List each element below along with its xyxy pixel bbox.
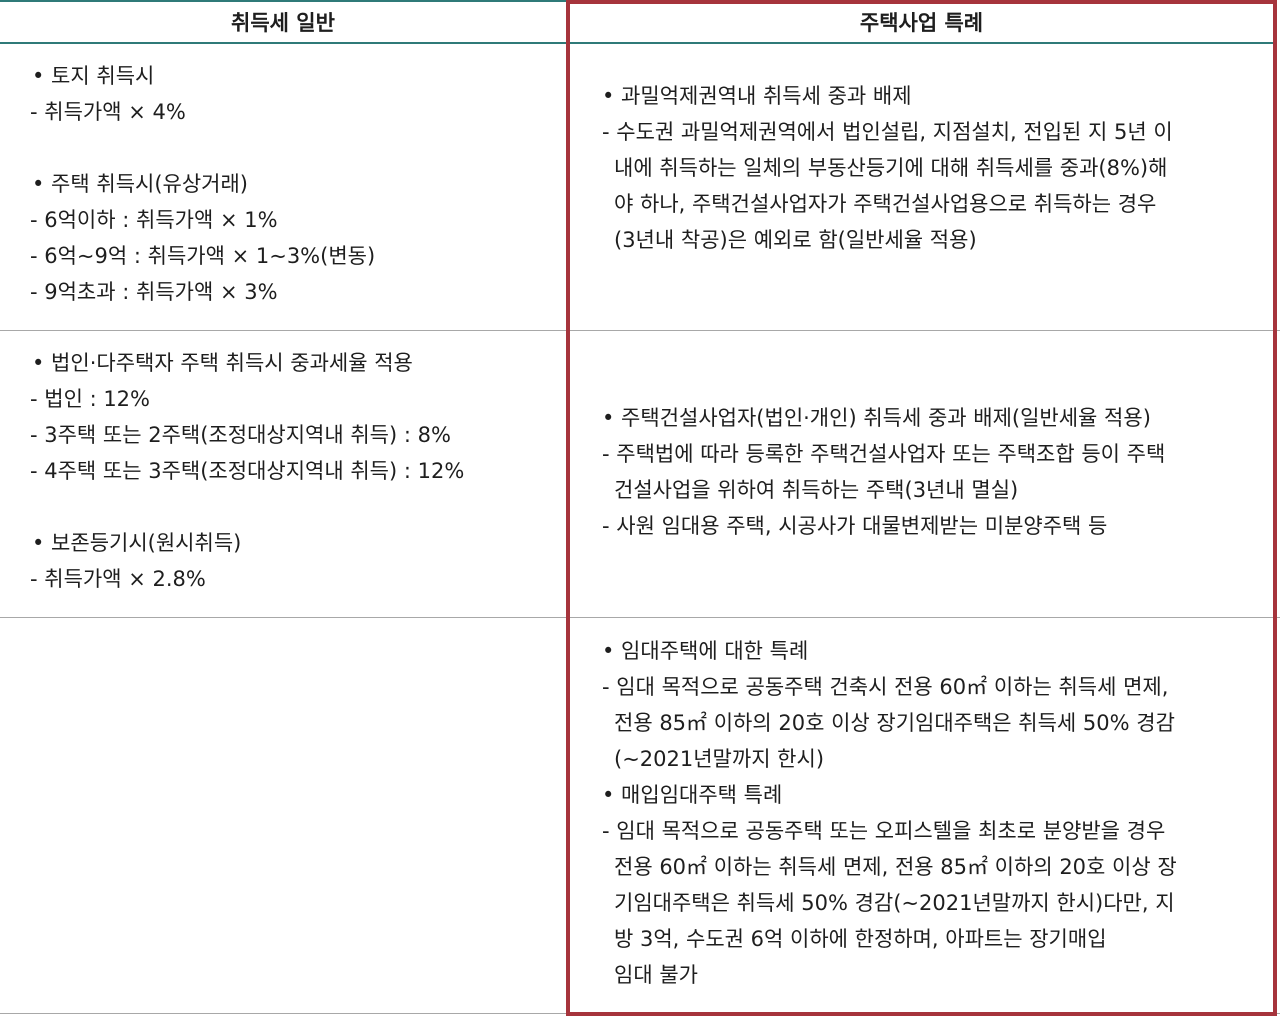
bullet-corporate-multi-home: • 법인·다주택자 주택 취득시 중과세율 적용: [32, 351, 413, 375]
bullet-preservation-registration: • 보존등기시(원시취득): [32, 531, 242, 555]
detail-line: - 6억∼9억 : 취득가액 × 1∼3%(변동): [30, 244, 376, 268]
highlight-border-right-column: [566, 0, 1277, 1016]
detail-line: - 3주택 또는 2주택(조정대상지역내 취득) : 8%: [30, 423, 451, 447]
bullet-house-acquisition: • 주택 취득시(유상거래): [32, 172, 249, 196]
detail-line: - 6억이하 : 취득가액 × 1%: [30, 208, 278, 232]
detail-line: - 법인 : 12%: [30, 387, 150, 411]
row1-left-cell: • 토지 취득시 - 취득가액 × 4% • 주택 취득시(유상거래) - 6억…: [14, 58, 554, 310]
detail-line: - 취득가액 × 4%: [30, 100, 186, 124]
detail-line: - 취득가액 × 2.8%: [30, 567, 206, 591]
detail-line: - 9억초과 : 취득가액 × 3%: [30, 280, 278, 304]
header-general-acquisition-tax: 취득세 일반: [231, 11, 335, 35]
detail-line: - 4주택 또는 3주택(조정대상지역내 취득) : 12%: [30, 459, 465, 483]
bullet-land-acquisition: • 토지 취득시: [32, 64, 155, 88]
row2-left-cell: • 법인·다주택자 주택 취득시 중과세율 적용 - 법인 : 12% - 3주…: [14, 345, 554, 597]
